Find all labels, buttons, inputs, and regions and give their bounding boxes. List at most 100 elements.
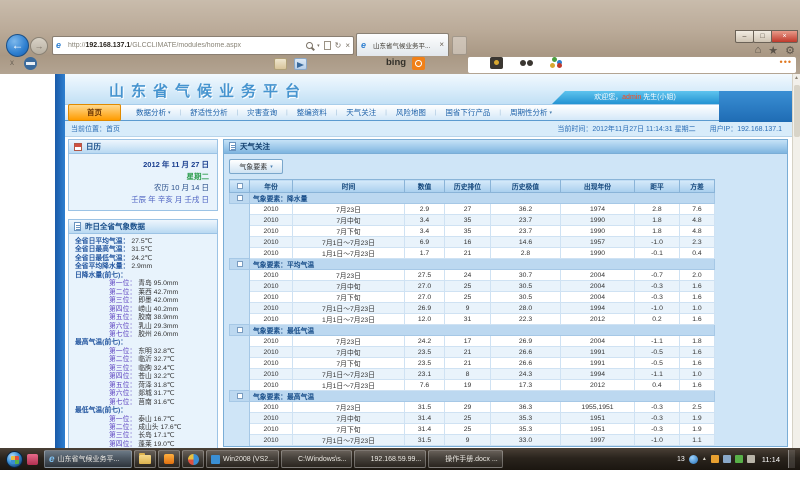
page-scrollbar[interactable]: ▲ — [792, 74, 800, 448]
scroll-up-icon[interactable]: ▲ — [793, 74, 800, 83]
minimize-button[interactable]: – — [735, 30, 754, 43]
table-row[interactable]: 20107月中旬31.42535.31951-0.31.9 — [230, 413, 715, 424]
blocked-icon[interactable] — [24, 57, 37, 70]
taskbar-media-button[interactable] — [182, 450, 204, 468]
new-tab-button[interactable] — [452, 36, 467, 55]
nav-item-3[interactable]: 灾害查询 — [238, 105, 286, 120]
table-row[interactable]: 20107月1日～7月23日31.5933.01997-1.01.1 — [230, 435, 715, 446]
tray-expand-icon[interactable]: ▲ — [702, 456, 707, 462]
nav-item-7[interactable]: 国省下行产品 — [436, 105, 499, 120]
rank-text: 胶南 38.9mm — [138, 314, 178, 321]
calendar-icon — [74, 143, 82, 151]
table-row[interactable]: 20107月23日2.92736.219742.87.6 — [230, 204, 715, 215]
taskbar-button-3[interactable]: 操作手册.docx ... — [428, 450, 503, 468]
address-bar[interactable]: e http://192.168.137.1/GLCCLIMATE/module… — [52, 36, 354, 55]
camera-icon[interactable] — [490, 57, 503, 69]
table-row[interactable]: 20107月下旬23.52126.61991-0.51.6 — [230, 358, 715, 369]
url-text[interactable]: http://192.168.137.1/GLCCLIMATE/modules/… — [68, 42, 303, 49]
pinned-app-icon[interactable] — [27, 454, 38, 465]
back-button[interactable]: ← — [6, 34, 29, 57]
cell: 7月1日～7月23日 — [293, 435, 405, 446]
apps-icon[interactable] — [550, 57, 563, 69]
glasses-icon[interactable] — [520, 58, 533, 70]
checkbox[interactable] — [237, 393, 243, 399]
table-row[interactable]: 20107月23日27.52430.72004-0.72.0 — [230, 270, 715, 281]
table-row[interactable]: 20101月1日～7月23日1.7212.81990-0.10.4 — [230, 248, 715, 259]
settings-gear-icon[interactable]: ⚙ — [785, 44, 795, 57]
taskbar-app-button[interactable] — [158, 450, 180, 468]
bing-search-icon[interactable] — [412, 57, 425, 70]
col-year: 年份 — [250, 180, 293, 193]
refresh-icon[interactable]: ↻ — [335, 41, 342, 50]
mail-icon[interactable] — [274, 58, 287, 70]
nav-item-2[interactable]: 舒适性分析 — [181, 105, 237, 120]
taskbar-button-0[interactable]: Win2008 (VS2... — [206, 450, 279, 468]
forward-button[interactable]: → — [30, 37, 48, 55]
cell: 2.8 — [491, 248, 561, 259]
checkbox[interactable] — [237, 183, 243, 189]
favorites-star-icon[interactable]: ★ — [768, 44, 778, 57]
checkbox[interactable] — [237, 261, 243, 267]
rank-text: 即墨 42.0mm — [138, 297, 178, 304]
home-icon[interactable]: ⌂ — [755, 44, 762, 57]
rank-line: 第七位：莒南 31.6℃ — [75, 399, 215, 407]
table-row[interactable]: 20107月中旬23.52126.61991-0.51.6 — [230, 347, 715, 358]
tab-title: 山东省气候业务平... — [373, 40, 436, 50]
table-row[interactable]: 20107月下旬27.02530.52004-0.31.6 — [230, 292, 715, 303]
nav-item-4[interactable]: 整编资料 — [288, 105, 336, 120]
maximize-button[interactable]: □ — [753, 30, 772, 43]
nav-item-6[interactable]: 风险地图 — [387, 105, 435, 120]
toolbar-close-icon[interactable]: x — [10, 58, 14, 67]
nav-item-8[interactable]: 周期性分析▾ — [501, 105, 561, 120]
taskbar-ie-button[interactable]: e 山东省气候业务平... — [44, 450, 132, 468]
compatibility-icon[interactable] — [324, 41, 331, 50]
table-row[interactable]: 20101月1日～7月23日7.61917.320120.41.6 — [230, 380, 715, 391]
close-button[interactable]: × — [771, 30, 798, 43]
table-row[interactable]: 20101月1日～7月23日17.44528.020120.31.4 — [230, 446, 715, 448]
tray-network-icon[interactable] — [735, 455, 743, 463]
send-icon[interactable] — [294, 58, 307, 70]
taskbar-clock[interactable]: 11:14 — [762, 455, 780, 464]
tray-volume-icon[interactable] — [747, 455, 755, 463]
table-row[interactable]: 20107月23日24.21726.92004-1.11.8 — [230, 336, 715, 347]
chevron-down-icon[interactable]: ▾ — [317, 43, 320, 49]
table-row[interactable]: 20107月1日～7月23日23.1824.31994-1.11.0 — [230, 369, 715, 380]
nav-item-1[interactable]: 数据分析▾ — [127, 105, 180, 120]
rank-line: 第六位：郯城 31.7℃ — [75, 390, 215, 398]
show-desktop-button[interactable] — [788, 450, 795, 468]
nav-item-5[interactable]: 天气关注 — [337, 105, 385, 120]
tray-flag-icon[interactable] — [723, 455, 731, 463]
tab-close-icon[interactable]: × — [439, 41, 444, 49]
cell: 31.5 — [405, 435, 445, 446]
ie-button-label: 山东省气候业务平... — [58, 454, 120, 464]
table-row[interactable]: 20107月中旬27.02530.52004-0.31.6 — [230, 281, 715, 292]
table-row[interactable]: 20107月中旬3.43523.719901.84.8 — [230, 215, 715, 226]
checkbox[interactable] — [237, 327, 243, 333]
element-filter-button[interactable]: 气象要素 ▾ — [229, 159, 283, 174]
more-options-icon[interactable]: ••• — [780, 57, 792, 67]
tray-alert-icon[interactable] — [711, 455, 719, 463]
cell: 24.2 — [405, 336, 445, 347]
scrollbar-thumb[interactable] — [794, 85, 800, 137]
cell: 1994 — [561, 303, 635, 314]
table-row[interactable]: 20107月1日～7月23日26.9928.01994-1.01.0 — [230, 303, 715, 314]
table-row[interactable]: 20101月1日～7月23日12.03122.320120.21.6 — [230, 314, 715, 325]
browser-tab[interactable]: e 山东省气候业务平... × — [356, 33, 449, 56]
table-row[interactable]: 20107月1日～7月23日6.91614.61957-1.02.3 — [230, 237, 715, 248]
table-row[interactable]: 20107月下旬3.43523.719901.84.8 — [230, 226, 715, 237]
nav-item-0[interactable]: 首页 — [68, 104, 121, 121]
taskbar-button-1[interactable]: C:\Windows\s... — [281, 450, 352, 468]
stop-icon[interactable]: × — [345, 41, 350, 50]
search-icon[interactable] — [306, 42, 313, 49]
table-row[interactable]: 20107月23日31.52936.31955,1951-0.32.5 — [230, 402, 715, 413]
table-row[interactable]: 20107月下旬31.42535.31951-0.31.9 — [230, 424, 715, 435]
taskbar-folder-button[interactable] — [134, 450, 156, 468]
cell: 12.0 — [405, 314, 445, 325]
start-button[interactable] — [6, 451, 23, 468]
row-spacer — [230, 303, 250, 314]
ime-icon[interactable] — [689, 455, 698, 464]
taskbar-button-2[interactable]: 192.168.59.99... — [354, 450, 427, 468]
cell: 2010 — [250, 270, 293, 281]
checkbox[interactable] — [237, 195, 243, 201]
bing-logo[interactable]: bing — [386, 57, 406, 68]
